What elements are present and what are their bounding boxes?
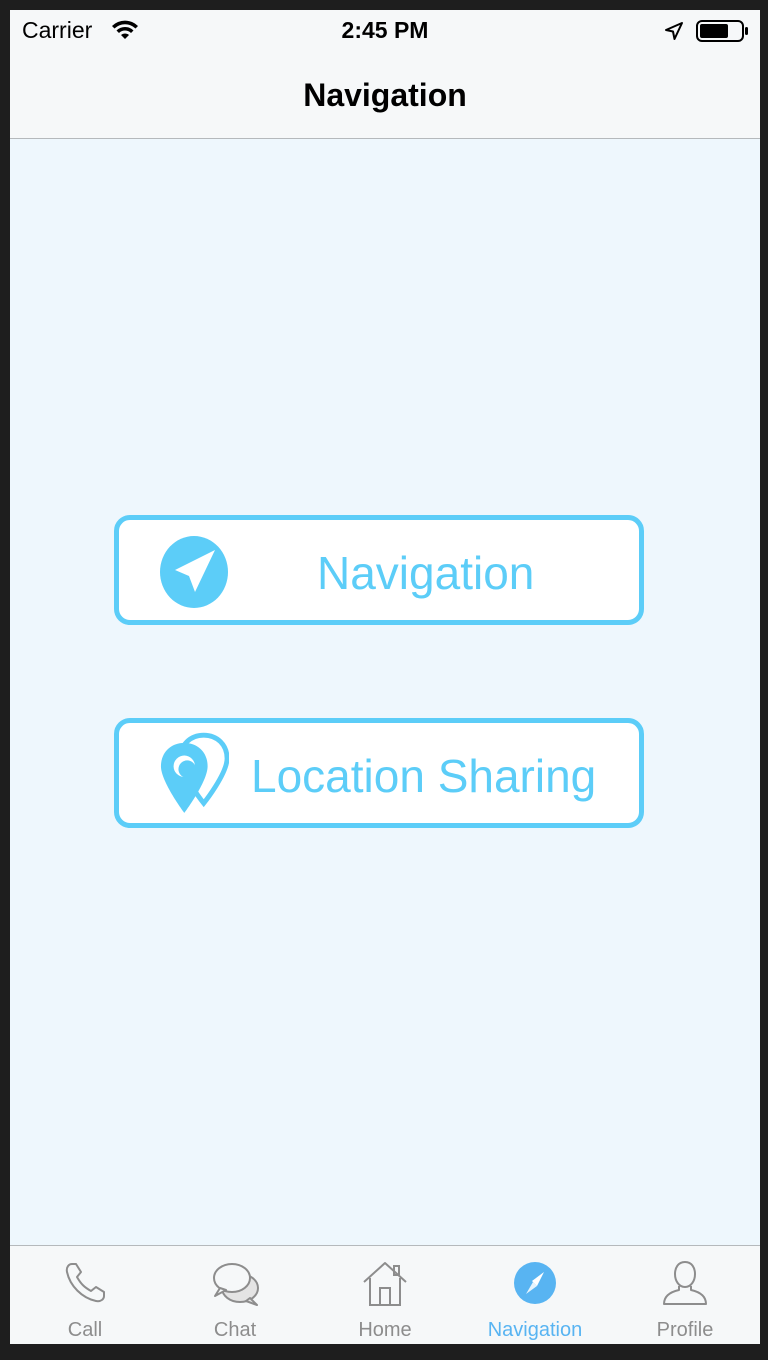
tab-profile-label: Profile	[656, 1319, 714, 1341]
tab-profile[interactable]: Profile	[610, 1246, 760, 1344]
battery-icon	[696, 20, 748, 42]
navigation-arrow-icon	[160, 536, 228, 608]
status-bar: Carrier 2:45 PM	[10, 10, 760, 50]
tab-navigation[interactable]: Navigation	[460, 1246, 610, 1344]
clock: 2:45 PM	[341, 17, 429, 43]
location-arrow-icon	[665, 22, 683, 40]
navigation-button[interactable]: Navigation	[114, 515, 644, 625]
tab-navigation-label: Navigation	[487, 1319, 583, 1341]
navigation-bar: Navigation	[10, 50, 760, 139]
tab-bar: Call Chat Home Navigation Profile	[10, 1245, 760, 1344]
compass-icon	[514, 1262, 556, 1304]
tab-chat[interactable]: Chat	[160, 1246, 310, 1344]
app-screen: Carrier 2:45 PM Navigation Navigation Lo…	[10, 10, 760, 1344]
page-title: Navigation	[303, 77, 467, 113]
home-icon	[363, 1262, 407, 1306]
location-sharing-button[interactable]: Location Sharing	[114, 718, 644, 828]
tab-call[interactable]: Call	[10, 1246, 160, 1344]
tab-call-label: Call	[67, 1319, 103, 1341]
tab-chat-label: Chat	[213, 1319, 257, 1341]
tab-home-label: Home	[358, 1319, 412, 1341]
chat-bubbles-icon	[213, 1263, 259, 1306]
location-pin-icon	[160, 732, 229, 813]
phone-icon	[65, 1263, 105, 1303]
location-sharing-button-label: Location Sharing	[251, 750, 597, 802]
navigation-button-label: Navigation	[317, 547, 535, 599]
profile-icon	[663, 1260, 707, 1305]
tab-home[interactable]: Home	[310, 1246, 460, 1344]
